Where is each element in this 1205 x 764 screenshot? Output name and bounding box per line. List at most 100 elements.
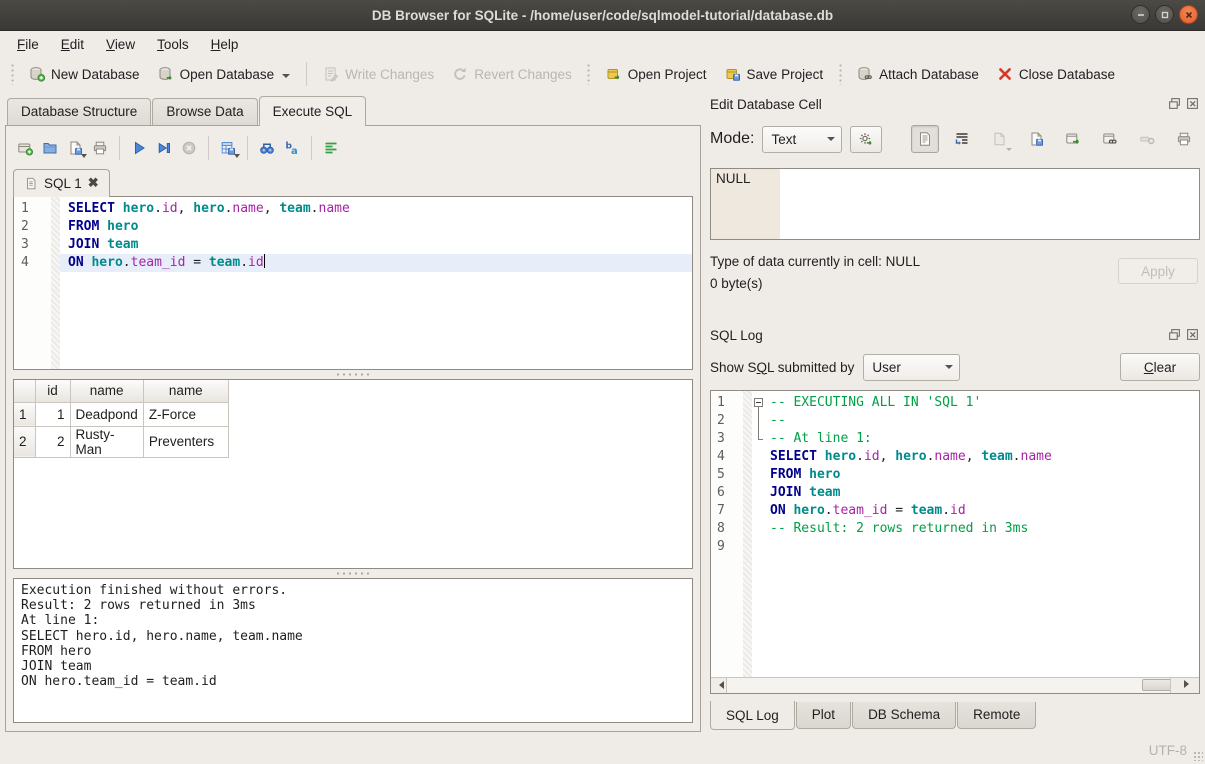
- log-horizontal-scrollbar[interactable]: [711, 677, 1199, 693]
- text-document-button[interactable]: [911, 125, 939, 153]
- sql-editor[interactable]: 1234 SELECT hero.id, hero.name, team.nam…: [13, 196, 693, 370]
- execute-all-icon[interactable]: [131, 140, 147, 156]
- maximize-icon[interactable]: [1155, 5, 1174, 24]
- open-project-button[interactable]: Open Project: [597, 60, 716, 88]
- menu-file[interactable]: File: [6, 33, 50, 56]
- menu-edit[interactable]: Edit: [50, 33, 95, 56]
- clear-log-button[interactable]: Clear: [1120, 353, 1200, 381]
- chevron-down-icon[interactable]: [282, 74, 290, 78]
- cell[interactable]: 2: [35, 426, 70, 457]
- splitter-results-message[interactable]: [13, 569, 693, 578]
- tab-browse-data[interactable]: Browse Data: [152, 98, 257, 125]
- chevron-down-icon[interactable]: [234, 154, 240, 158]
- cell[interactable]: Rusty-Man: [70, 426, 143, 457]
- dock-tab-db-schema[interactable]: DB Schema: [852, 702, 956, 729]
- cell[interactable]: Z-Force: [143, 402, 228, 426]
- open-database-icon: [158, 66, 174, 82]
- close-database-button[interactable]: Close Database: [988, 60, 1124, 88]
- resize-grip-icon[interactable]: [1193, 751, 1203, 761]
- open-sql-file-icon[interactable]: [42, 140, 58, 156]
- menu-help[interactable]: Help: [200, 33, 250, 56]
- execute-line-icon[interactable]: [156, 140, 172, 156]
- code-line[interactable]: FROM hero: [60, 218, 692, 236]
- sql-document-tab[interactable]: SQL 1 ✖: [13, 169, 110, 197]
- grid-corner[interactable]: [14, 380, 35, 402]
- menu-tools[interactable]: Tools: [146, 33, 200, 56]
- table-row[interactable]: 22Rusty-ManPreventers: [14, 426, 228, 457]
- toolbar-handle[interactable]: [586, 63, 592, 85]
- tab-database-structure[interactable]: Database Structure: [7, 98, 151, 125]
- log-line: ON hero.team_id = team.id: [752, 502, 1199, 520]
- fold-column: [752, 502, 766, 520]
- tab-execute-sql[interactable]: Execute SQL: [259, 96, 367, 126]
- export-file-button[interactable]: [1022, 125, 1050, 153]
- sql-log-view[interactable]: 123456789 -- EXECUTING ALL IN 'SQL 1'---…: [710, 390, 1200, 694]
- dock-close-icon[interactable]: [1186, 328, 1200, 342]
- editor-code-area[interactable]: SELECT hero.id, hero.name, team.nameFROM…: [60, 197, 692, 369]
- chevron-down-icon[interactable]: [81, 154, 87, 158]
- tab-close-icon[interactable]: ✖: [88, 175, 99, 191]
- cell[interactable]: Deadpond: [70, 402, 143, 426]
- text-document-icon: [917, 131, 933, 147]
- open-external-button[interactable]: [1059, 125, 1087, 153]
- mode-select[interactable]: Text: [762, 126, 842, 153]
- save-project-button[interactable]: Save Project: [716, 60, 833, 88]
- code-line[interactable]: JOIN team: [60, 236, 692, 254]
- row-header[interactable]: 1: [14, 402, 35, 426]
- auto-switch-mode-button[interactable]: [850, 126, 882, 153]
- toolbar-handle[interactable]: [837, 63, 843, 85]
- cell[interactable]: Preventers: [143, 426, 228, 457]
- close-icon[interactable]: [1179, 5, 1198, 24]
- new-sql-tab-icon[interactable]: [17, 140, 33, 156]
- scroll-right-icon[interactable]: [1170, 678, 1199, 693]
- write-changes-button[interactable]: Write Changes: [314, 60, 443, 88]
- revert-changes-icon: [452, 66, 468, 82]
- dock-tab-plot[interactable]: Plot: [796, 702, 851, 729]
- row-header[interactable]: 2: [14, 426, 35, 457]
- code-line[interactable]: ON hero.team_id = team.id: [60, 254, 692, 272]
- word-wrap-icon[interactable]: [323, 140, 339, 156]
- menu-view[interactable]: View: [95, 33, 146, 56]
- toolbar-handle[interactable]: [9, 63, 15, 85]
- scroll-left-icon[interactable]: [711, 678, 727, 693]
- execute-sql-pane: ba SQL 1 ✖ 1234 SELECT hero.id, hero.nam…: [5, 125, 701, 732]
- log-line: -- Result: 2 rows returned in 3ms: [752, 520, 1199, 538]
- table-row[interactable]: 11DeadpondZ-Force: [14, 402, 228, 426]
- execution-message: Execution finished without errors. Resul…: [13, 578, 693, 723]
- close-database-icon: [997, 66, 1013, 82]
- dock-float-icon[interactable]: [1168, 97, 1182, 111]
- auto-format-icon[interactable]: ba: [284, 140, 300, 156]
- minimize-icon[interactable]: [1131, 5, 1150, 24]
- column-header-name-2[interactable]: name: [143, 380, 228, 402]
- apply-button[interactable]: Apply: [1118, 258, 1198, 284]
- dock-tab-sql-log[interactable]: SQL Log: [710, 701, 795, 730]
- attach-database-button[interactable]: Attach Database: [848, 60, 988, 88]
- save-results-icon[interactable]: [220, 140, 236, 156]
- cell[interactable]: 1: [35, 402, 70, 426]
- code-line[interactable]: SELECT hero.id, hero.name, team.name: [60, 200, 692, 218]
- sql-log-title: SQL Log: [710, 328, 1164, 343]
- save-sql-file-icon[interactable]: [67, 140, 83, 156]
- dock-close-icon[interactable]: [1186, 97, 1200, 111]
- print-cell-button[interactable]: [1170, 125, 1198, 153]
- open-database-button[interactable]: Open Database: [149, 60, 300, 88]
- revert-changes-button[interactable]: Revert Changes: [443, 60, 581, 88]
- fold-marker-icon: [752, 430, 766, 448]
- dock-float-icon[interactable]: [1168, 328, 1182, 342]
- word-wrap-cell-button[interactable]: [948, 125, 976, 153]
- print-icon[interactable]: [92, 140, 108, 156]
- fold-marker-icon[interactable]: [752, 394, 766, 412]
- log-filter-select[interactable]: User: [863, 354, 960, 381]
- cell-value-editor[interactable]: NULL: [710, 168, 1200, 240]
- splitter-editor-results[interactable]: [13, 370, 693, 379]
- column-header-name-1[interactable]: name: [70, 380, 143, 402]
- new-database-button[interactable]: New Database: [20, 60, 149, 88]
- sql-log-dock-title: SQL Log: [710, 324, 1200, 346]
- toolbar-button-label: Write Changes: [345, 67, 434, 82]
- copy-link-button[interactable]: [1096, 125, 1124, 153]
- dock-tab-remote[interactable]: Remote: [957, 702, 1036, 729]
- find-replace-icon[interactable]: [259, 140, 275, 156]
- fold-column: [752, 466, 766, 484]
- results-grid[interactable]: idnamename11DeadpondZ-Force22Rusty-ManPr…: [13, 379, 693, 569]
- column-header-id-0[interactable]: id: [35, 380, 70, 402]
